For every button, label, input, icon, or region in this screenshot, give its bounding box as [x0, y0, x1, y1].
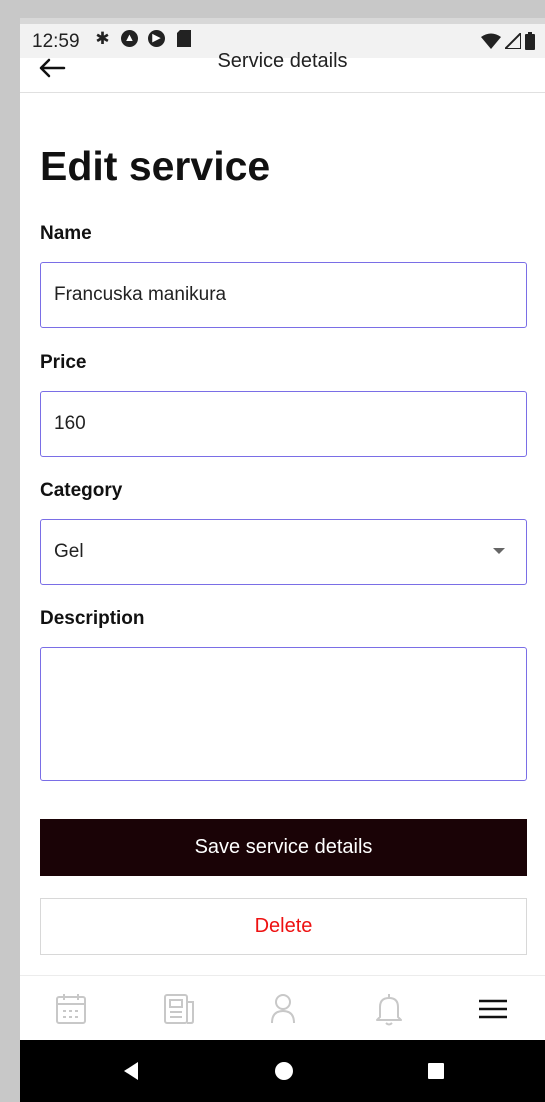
bottom-nav: [20, 975, 545, 1041]
name-field-value: Francuska manikura: [54, 284, 227, 305]
system-home-button[interactable]: [273, 1060, 295, 1082]
nav-notifications[interactable]: [372, 992, 412, 1028]
top-app-bar: Service details: [20, 50, 545, 93]
profile-icon: [271, 994, 295, 1024]
triangle-back-icon: [124, 1062, 138, 1080]
name-field[interactable]: Francuska manikura: [40, 262, 527, 328]
price-field[interactable]: 160: [40, 391, 527, 457]
delete-button[interactable]: Delete: [40, 898, 527, 955]
sd-card-icon: [175, 30, 192, 47]
square-recents-icon: [428, 1063, 444, 1079]
play-protect-icon: ▶: [148, 30, 165, 47]
save-service-button[interactable]: Save service details: [40, 819, 527, 876]
app-bar-title: Service details: [217, 50, 348, 72]
device-frame: 12:59 ✱ ▲ ▶ Service details Edit service…: [0, 0, 545, 1102]
category-select-value: Gel: [54, 541, 84, 562]
dropdown-arrow-icon: [493, 548, 505, 554]
system-nav-bar: [20, 1040, 545, 1102]
system-recents-button[interactable]: [425, 1060, 447, 1082]
category-label: Category: [40, 480, 123, 501]
name-label: Name: [40, 223, 92, 244]
news-icon: [164, 994, 194, 1024]
page-title: Edit service: [40, 143, 271, 189]
menu-icon: [479, 999, 507, 1019]
category-select[interactable]: Gel: [40, 519, 527, 585]
a-badge-icon: ▲: [121, 30, 138, 47]
gear-icon: ✱: [95, 29, 110, 48]
bell-icon: [376, 994, 402, 1026]
phone-screen: 12:59 ✱ ▲ ▶ Service details Edit service…: [20, 18, 545, 1102]
status-icons-left: ✱ ▲ ▶: [94, 30, 192, 47]
price-label: Price: [40, 352, 87, 373]
price-field-value: 160: [54, 413, 86, 434]
nav-news[interactable]: [162, 992, 202, 1028]
nav-calendar[interactable]: [54, 992, 94, 1028]
description-label: Description: [40, 608, 145, 629]
system-back-button[interactable]: [120, 1060, 142, 1082]
calendar-icon: [56, 994, 86, 1024]
description-textarea[interactable]: [40, 647, 527, 781]
nav-profile[interactable]: [266, 992, 306, 1028]
circle-home-icon: [275, 1062, 293, 1080]
nav-menu[interactable]: [476, 992, 516, 1028]
